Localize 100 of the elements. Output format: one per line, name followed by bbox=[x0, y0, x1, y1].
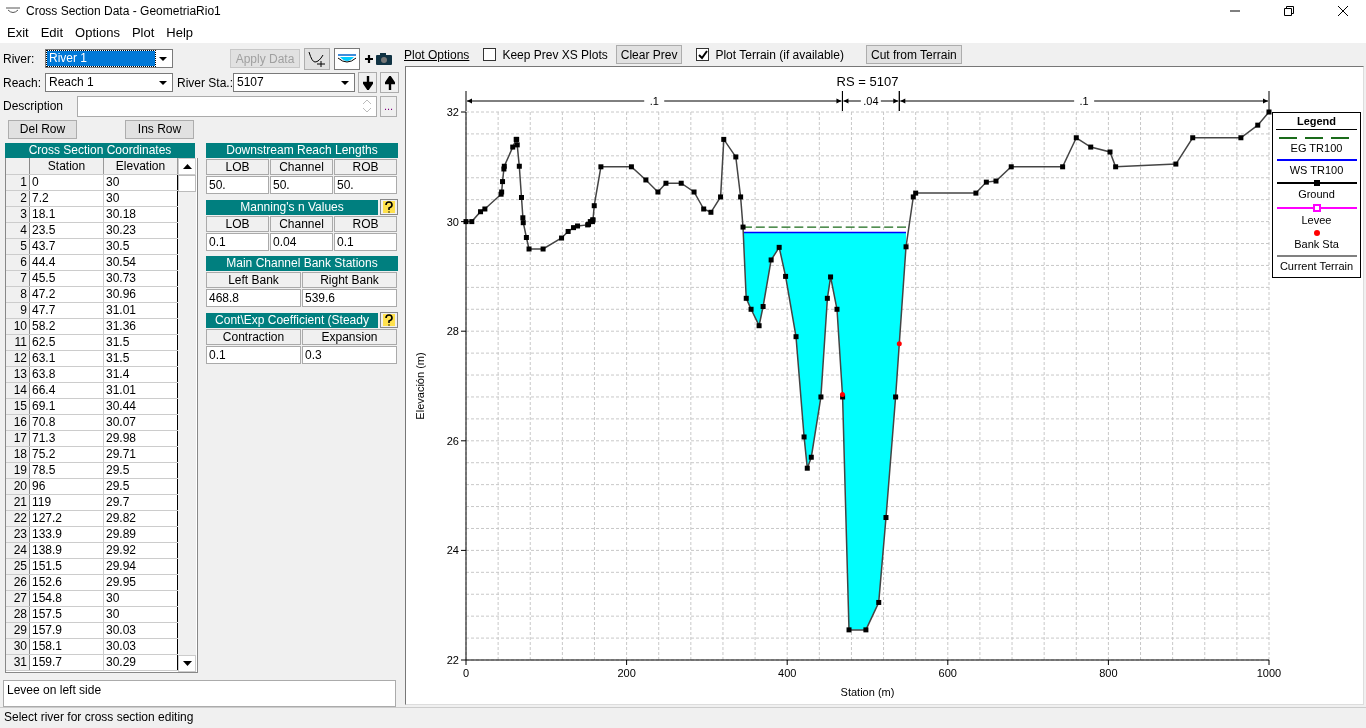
scroll-up-icon[interactable] bbox=[182, 164, 192, 170]
table-cell[interactable]: 7.2 bbox=[30, 191, 104, 207]
table-cell[interactable]: 157.9 bbox=[30, 623, 104, 639]
legend-label: Bank Sta bbox=[1294, 238, 1339, 250]
row-header: 21 bbox=[6, 495, 30, 511]
help-icon[interactable] bbox=[380, 199, 398, 216]
description-field[interactable] bbox=[77, 95, 377, 117]
table-cell[interactable]: 119 bbox=[30, 495, 104, 511]
next-station-button[interactable] bbox=[358, 72, 377, 94]
row-header: 2 bbox=[6, 191, 30, 207]
water-surface-button[interactable] bbox=[334, 47, 360, 70]
tick-label: 200 bbox=[617, 667, 636, 679]
tick-label: 1000 bbox=[1256, 667, 1282, 679]
table-cell[interactable]: 138.9 bbox=[30, 543, 104, 559]
table-cell[interactable]: 50. bbox=[206, 176, 269, 195]
river-station-dropdown[interactable]: 5107 bbox=[233, 73, 355, 93]
status-bar: Select river for cross section editing bbox=[0, 707, 1366, 728]
table-cell[interactable]: 71.3 bbox=[30, 431, 104, 447]
arrow-down-icon bbox=[362, 75, 373, 90]
table-cell[interactable]: 62.5 bbox=[30, 335, 104, 351]
table-cell[interactable]: 47.2 bbox=[30, 287, 104, 303]
table-cell[interactable]: 50. bbox=[270, 176, 333, 195]
help-icon[interactable] bbox=[380, 312, 398, 329]
row-header: 29 bbox=[6, 623, 30, 639]
clear-prev-button[interactable]: Clear Prev bbox=[615, 45, 683, 64]
previous-station-button[interactable] bbox=[380, 72, 399, 94]
table-cell[interactable]: 58.2 bbox=[30, 319, 104, 335]
reach-dropdown[interactable]: Reach 1 bbox=[45, 73, 173, 93]
table-cell[interactable]: 154.8 bbox=[30, 591, 104, 607]
row-header: 25 bbox=[6, 559, 30, 575]
table-cell[interactable]: 45.5 bbox=[30, 271, 104, 287]
checkbox[interactable] bbox=[696, 48, 710, 61]
table-cell[interactable]: 63.8 bbox=[30, 367, 104, 383]
table-cell[interactable]: 75.2 bbox=[30, 447, 104, 463]
row-header: 20 bbox=[6, 479, 30, 495]
edit-ground-button[interactable] bbox=[304, 47, 330, 70]
table-cell[interactable]: 0.1 bbox=[206, 346, 301, 365]
row-header: 19 bbox=[6, 463, 30, 479]
row-header: 4 bbox=[6, 223, 30, 239]
table-cell[interactable]: 69.1 bbox=[30, 399, 104, 415]
table-cell[interactable]: 66.4 bbox=[30, 383, 104, 399]
table-cell[interactable]: 96 bbox=[30, 479, 104, 495]
more-button[interactable]: ... bbox=[380, 95, 397, 117]
table-cell[interactable]: 127.2 bbox=[30, 511, 104, 527]
scrollbar[interactable] bbox=[178, 158, 196, 673]
table-cell[interactable]: 43.7 bbox=[30, 239, 104, 255]
menu-item[interactable]: Exit bbox=[3, 25, 35, 40]
caret-icon bbox=[159, 80, 167, 85]
checkbox[interactable] bbox=[483, 48, 497, 61]
table-cell[interactable]: 0.3 bbox=[302, 346, 397, 365]
table-cell[interactable]: 159.7 bbox=[30, 655, 104, 671]
group-title: Cont\Exp Coefficient (Steady bbox=[206, 312, 378, 328]
bank-station-marker bbox=[839, 391, 845, 397]
water-channel-icon bbox=[337, 51, 357, 66]
table-cell[interactable]: 0.04 bbox=[270, 233, 333, 252]
menu-item[interactable]: Edit bbox=[36, 25, 70, 40]
group-title: Downstream Reach Lengths bbox=[206, 143, 398, 159]
notes-field[interactable]: Levee on left side bbox=[3, 680, 396, 707]
river-dropdown[interactable]: River 1 bbox=[45, 49, 173, 69]
close-icon[interactable] bbox=[1338, 6, 1348, 16]
table-cell[interactable]: 158.1 bbox=[30, 639, 104, 655]
cut-from-terrain-button[interactable]: Cut from Terrain bbox=[865, 45, 962, 64]
table-cell[interactable]: 151.5 bbox=[30, 559, 104, 575]
table-cell[interactable]: 63.1 bbox=[30, 351, 104, 367]
row-header: 12 bbox=[6, 351, 30, 367]
insert-row-button[interactable]: Ins Row bbox=[125, 119, 194, 139]
table-cell[interactable]: 157.5 bbox=[30, 607, 104, 623]
delete-row-button[interactable]: Del Row bbox=[8, 119, 77, 139]
table-cell[interactable]: 539.6 bbox=[302, 289, 397, 308]
scrollbar-thumb[interactable] bbox=[178, 175, 196, 193]
tick-label: 28 bbox=[446, 325, 459, 338]
table-cell[interactable]: 18.1 bbox=[30, 207, 104, 223]
table-cell[interactable]: 23.5 bbox=[30, 223, 104, 239]
column-header: ROB bbox=[334, 159, 397, 176]
row-header: 9 bbox=[6, 303, 30, 319]
table-cell[interactable]: 78.5 bbox=[30, 463, 104, 479]
row-header: 10 bbox=[6, 319, 30, 335]
scroll-down-icon[interactable] bbox=[182, 661, 192, 667]
legend-label: Levee bbox=[1301, 214, 1332, 226]
add-picture-icon[interactable] bbox=[363, 50, 393, 67]
table-cell[interactable]: 0.1 bbox=[334, 233, 397, 252]
menu-item[interactable]: Help bbox=[162, 25, 200, 40]
table-cell[interactable]: 133.9 bbox=[30, 527, 104, 543]
table-cell[interactable]: 0 bbox=[30, 175, 104, 191]
plot-options-link[interactable]: Plot Options bbox=[404, 47, 470, 62]
table-cell[interactable]: 468.8 bbox=[206, 289, 301, 308]
checkbox-label: Plot Terrain (if available) bbox=[715, 47, 844, 62]
row-header: 24 bbox=[6, 543, 30, 559]
table-cell[interactable]: 70.8 bbox=[30, 415, 104, 431]
table-cell[interactable]: 44.4 bbox=[30, 255, 104, 271]
tick-label: 22 bbox=[446, 654, 459, 666]
table-cell[interactable]: 0.1 bbox=[206, 233, 269, 252]
row-header: 26 bbox=[6, 575, 30, 591]
table-cell[interactable]: 152.6 bbox=[30, 575, 104, 591]
maximize-icon[interactable] bbox=[1284, 6, 1294, 16]
menu-item[interactable]: Options bbox=[71, 25, 126, 40]
menu-item[interactable]: Plot bbox=[127, 25, 161, 40]
axis-title: Elevación (m) bbox=[414, 352, 426, 420]
table-cell[interactable]: 50. bbox=[334, 176, 397, 195]
table-cell[interactable]: 47.7 bbox=[30, 303, 104, 319]
